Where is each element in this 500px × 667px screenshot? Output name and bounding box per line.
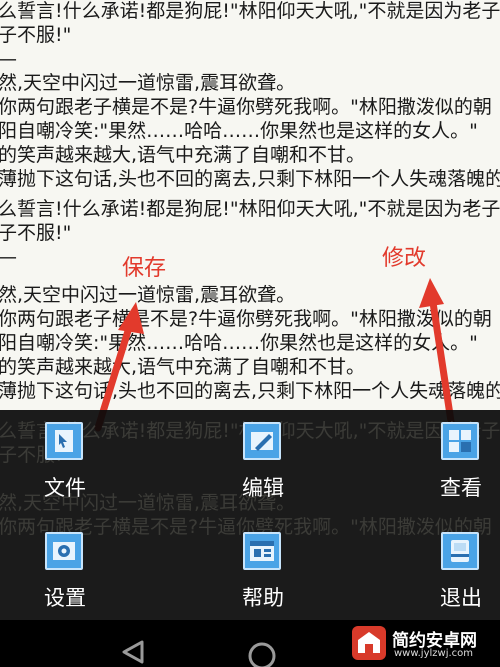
text-line: 薄抛下这句话,头也不回的离去,只剩下林阳一个人失魂落魄的 bbox=[0, 168, 500, 190]
text-line: 子不服!" bbox=[0, 24, 72, 46]
settings-icon bbox=[45, 532, 83, 570]
menu-item-edit[interactable]: 编辑 bbox=[203, 422, 323, 517]
modify-annotation: 修改 bbox=[382, 246, 427, 271]
text-line: 么誓言!什么承诺!都是狗屁!"林阳仰天大吼,"不就是因为老子 bbox=[0, 0, 500, 22]
menu-item-settings[interactable]: 设置 bbox=[5, 532, 125, 627]
menu-item-label: 帮助 bbox=[242, 586, 284, 610]
watermark-url: www.jylzwj.com bbox=[394, 648, 474, 659]
menu-item-help[interactable]: 帮助 bbox=[203, 532, 323, 627]
menu-item-label: 查看 bbox=[440, 476, 482, 500]
menu-item-view[interactable]: 查看 bbox=[401, 422, 500, 517]
reader-page: 么誓言!什么承诺!都是狗屁!"林阳仰天大吼,"不就是因为老子 子不服!" — 然… bbox=[0, 0, 500, 410]
exit-icon bbox=[441, 532, 479, 570]
menu-item-label: 编辑 bbox=[242, 476, 284, 500]
menu-item-exit[interactable]: 退出 bbox=[401, 532, 500, 627]
help-icon bbox=[243, 532, 281, 570]
menu-item-label: 退出 bbox=[440, 586, 482, 610]
text-line: 的笑声越来越大,语气中充满了自嘲和不甘。 bbox=[0, 356, 366, 378]
text-line: 子不服!" bbox=[0, 222, 72, 244]
edit-icon bbox=[243, 422, 281, 460]
view-icon bbox=[441, 422, 479, 460]
text-line: 么誓言!什么承诺!都是狗屁!"林阳仰天大吼,"不就是因为老子 bbox=[0, 198, 500, 220]
site-logo-icon bbox=[352, 626, 386, 660]
back-icon[interactable] bbox=[122, 640, 144, 664]
text-line: 阳自嘲冷笑:"果然……哈哈……你果然也是这样的女人。" bbox=[0, 120, 478, 142]
text-line: 阳自嘲冷笑:"果然……哈哈……你果然也是这样的女人。" bbox=[0, 332, 478, 354]
text-line: 你两句跟老子横是不是?牛逼你劈死我啊。"林阳撒泼似的朝 bbox=[0, 308, 492, 330]
text-line: 然,天空中闪过一道惊雷,震耳欲聋。 bbox=[0, 72, 296, 94]
text-line: 薄抛下这句话,头也不回的离去,只剩下林阳一个人失魂落魄的 bbox=[0, 380, 500, 402]
site-watermark: 简约安卓网 www.jylzwj.com bbox=[352, 624, 492, 664]
options-menu: 么誓言!什么承诺!都是狗屁!"林阳仰天大吼,"不就是因为老子 子不服!" 然,天… bbox=[0, 410, 500, 620]
file-icon bbox=[45, 422, 83, 460]
home-icon[interactable] bbox=[248, 642, 276, 667]
text-line: 的笑声越来越大,语气中充满了自嘲和不甘。 bbox=[0, 144, 366, 166]
text-line: — bbox=[0, 246, 17, 268]
menu-item-label: 设置 bbox=[44, 586, 86, 610]
save-annotation: 保存 bbox=[122, 256, 167, 281]
text-line: 你两句跟老子横是不是?牛逼你劈死我啊。"林阳撒泼似的朝 bbox=[0, 96, 492, 118]
menu-item-label: 文件 bbox=[44, 476, 86, 500]
menu-item-file[interactable]: 文件 bbox=[5, 422, 125, 517]
text-line: 然,天空中闪过一道惊雷,震耳欲聋。 bbox=[0, 284, 296, 306]
text-line: — bbox=[0, 48, 17, 70]
